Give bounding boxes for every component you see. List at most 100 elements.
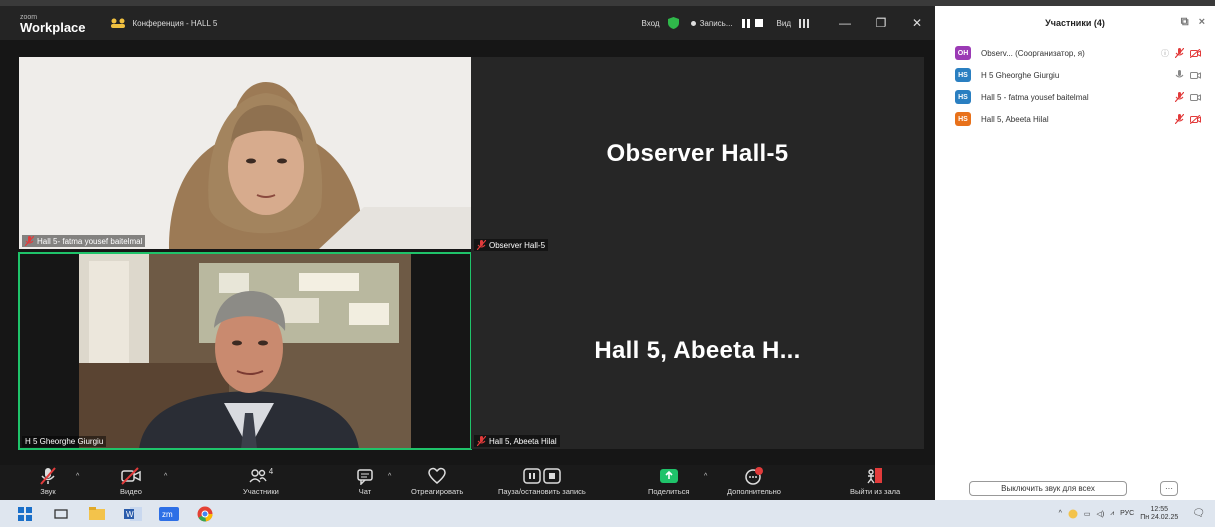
title-bar: zoom Workplace Конференция - HALL 5 Вход… — [0, 6, 935, 40]
video-off-icon[interactable] — [1190, 48, 1201, 58]
mic-muted-icon — [40, 467, 56, 485]
video-tile-fatma[interactable]: Hall 5- fatma yousef baitelmal — [19, 57, 471, 249]
video-tile-gheorghe[interactable]: H 5 Gheorghe Giurgiu — [18, 252, 472, 450]
task-view-icon[interactable] — [50, 505, 72, 523]
view-button[interactable]: Вид — [777, 19, 791, 28]
audio-button[interactable]: Звук — [40, 467, 56, 496]
tray-app-icon[interactable] — [1068, 509, 1078, 519]
language-indicator[interactable]: РУС — [1120, 510, 1134, 517]
word-icon[interactable]: W — [122, 505, 144, 523]
enter-label[interactable]: Вход — [641, 19, 659, 28]
leave-label: Выйти из зала — [850, 487, 901, 496]
stop-icon[interactable] — [754, 19, 763, 27]
leave-button[interactable]: Выйти из зала — [850, 467, 900, 496]
title-actions: Вход Запись... Вид — ❐ ✕ — [641, 6, 935, 40]
more-button[interactable]: Дополнительно — [727, 467, 781, 496]
share-label: Поделиться — [648, 487, 690, 496]
participants-label: Участники — [243, 487, 279, 496]
video-tile-observer[interactable]: Observer Hall-5 Observer Hall-5 — [471, 57, 924, 253]
participant-video-woman — [19, 57, 471, 249]
participant-row[interactable]: HS Hall 5, Abeeta Hilal — [935, 108, 1215, 130]
mic-muted-icon[interactable] — [1175, 92, 1184, 102]
participants-panel-title: Участники (4) — [1045, 18, 1105, 28]
volume-icon[interactable]: ◁) — [1097, 510, 1105, 518]
leave-door-icon — [867, 468, 883, 484]
video-button[interactable]: Видео — [120, 467, 142, 496]
video-icon[interactable] — [1190, 93, 1201, 102]
participant-row[interactable]: HS H 5 Gheorghe Giurgiu — [935, 64, 1215, 86]
participants-panel-header: Участники (4) ⧉ × — [935, 6, 1215, 40]
participants-count: 4 — [268, 467, 274, 476]
chat-options-caret[interactable]: ^ — [388, 473, 391, 480]
meeting-title[interactable]: Конференция - HALL 5 — [110, 17, 218, 29]
participant-row[interactable]: HS Hall 5 - fatma yousef baitelmal — [935, 86, 1215, 108]
windows-start-icon[interactable] — [14, 505, 36, 523]
clock[interactable]: 12:55 Пн 24.02.25 — [1140, 506, 1178, 521]
svg-text:W: W — [126, 510, 134, 519]
react-button[interactable]: Отреагировать — [411, 467, 463, 496]
video-off-icon[interactable] — [1190, 114, 1201, 124]
tile-label: Hall 5, Abeeta Hilal — [474, 435, 560, 447]
participant-row[interactable]: OH Observ... (Соорганизатор, я) ⓘ — [935, 42, 1215, 64]
close-panel-icon[interactable]: × — [1199, 16, 1205, 29]
pause-stop-icon — [523, 468, 561, 484]
heart-icon — [428, 467, 446, 484]
mic-muted-icon — [477, 436, 486, 446]
audio-options-caret[interactable]: ^ — [76, 473, 79, 480]
share-screen-icon — [659, 469, 678, 483]
chrome-icon[interactable] — [194, 505, 216, 523]
tile-label: H 5 Gheorghe Giurgiu — [22, 436, 107, 447]
participants-panel: Участники (4) ⧉ × OH Observ... (Сооргани… — [935, 6, 1215, 500]
svg-text:zm: zm — [162, 510, 173, 519]
meeting-toolbar: Звук ^ Видео ^ 4 Участники Чат ^ Отреаги… — [0, 465, 935, 500]
minimize-button[interactable]: — — [827, 16, 863, 30]
video-gallery: Hall 5- fatma yousef baitelmal H 5 Gheor… — [0, 40, 935, 465]
audio-label: Звук — [40, 487, 56, 496]
mic-muted-icon[interactable] — [1175, 114, 1184, 124]
file-explorer-icon[interactable] — [86, 505, 108, 523]
mic-muted-icon — [477, 240, 486, 250]
clock-date: Пн 24.02.25 — [1140, 513, 1179, 521]
video-tile-abeeta[interactable]: Hall 5, Abeeta H... Hall 5, Abeeta Hilal — [471, 253, 924, 449]
more-icon — [745, 467, 763, 485]
participants-button[interactable]: 4 Участники — [243, 467, 279, 496]
popout-icon[interactable]: ⧉ — [1181, 16, 1189, 29]
recording-label: Запись... — [699, 18, 733, 28]
security-shield-icon[interactable] — [667, 17, 679, 29]
tile-label-text: Observer Hall-5 — [489, 240, 546, 250]
meeting-title-text: Конференция - HALL 5 — [132, 18, 218, 28]
pause-stop-label: Пауза/остановить запись — [498, 487, 586, 496]
pause-icon[interactable] — [741, 18, 751, 28]
windows-taskbar: W zm ^ ▭ ◁) ⩘ РУС 12:55 Пн 24.02.25 🗨 — [0, 500, 1215, 527]
mic-icon[interactable] — [1175, 70, 1184, 80]
video-options-caret[interactable]: ^ — [164, 473, 167, 480]
more-options-button[interactable]: ··· — [1160, 481, 1178, 496]
notifications-icon[interactable]: 🗨 — [1192, 508, 1205, 519]
restore-button[interactable]: ❐ — [863, 16, 899, 30]
chat-label: Чат — [358, 487, 372, 496]
video-off-icon — [121, 467, 141, 485]
battery-icon[interactable]: ▭ — [1084, 510, 1091, 518]
chat-button[interactable]: Чат — [356, 467, 374, 496]
participants-list: OH Observ... (Соорганизатор, я) ⓘ HS H 5… — [935, 42, 1215, 130]
mic-muted-icon — [25, 236, 34, 246]
tray-expand-icon[interactable]: ^ — [1059, 510, 1062, 517]
more-label: Дополнительно — [727, 487, 781, 496]
close-button[interactable]: ✕ — [899, 16, 935, 30]
zoom-taskbar-icon[interactable]: zm — [158, 505, 180, 523]
mic-muted-icon[interactable] — [1175, 48, 1184, 58]
share-screen-button[interactable]: Поделиться — [648, 467, 689, 496]
share-options-caret[interactable]: ^ — [704, 473, 707, 480]
pause-stop-recording-button[interactable]: Пауза/остановить запись — [498, 467, 586, 496]
network-icon[interactable]: ⩘ — [1110, 510, 1114, 518]
mute-all-button[interactable]: Выключить звук для всех — [969, 481, 1127, 496]
avatar: HS — [955, 90, 971, 104]
system-tray: ^ ▭ ◁) ⩘ РУС 12:55 Пн 24.02.25 🗨 — [1059, 506, 1205, 521]
avatar: HS — [955, 112, 971, 126]
video-icon[interactable] — [1190, 71, 1201, 80]
tile-label: Hall 5- fatma yousef baitelmal — [22, 235, 146, 247]
view-grid-icon[interactable] — [799, 18, 809, 28]
zoom-logo: zoom Workplace — [20, 14, 86, 34]
avatar: HS — [955, 68, 971, 82]
participants-icon — [249, 469, 267, 483]
